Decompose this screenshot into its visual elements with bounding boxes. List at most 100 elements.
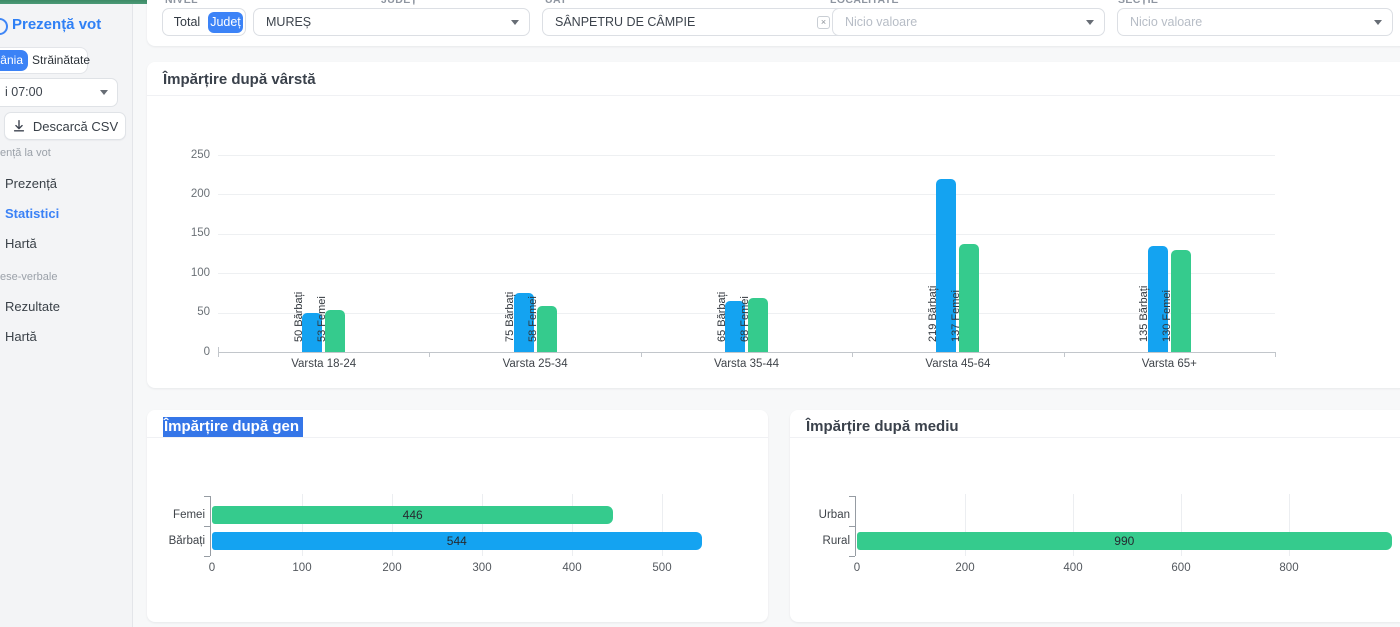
download-csv-button[interactable]: Descarcă CSV [4, 112, 126, 140]
x-axis-tick-200: 200 [362, 562, 422, 574]
age-chart-card: Împărțire după vârstă 0 50 100 150 200 250 50 … [147, 62, 1400, 388]
x-axis-tick-300: 300 [452, 562, 512, 574]
x-axis-tick [1064, 352, 1065, 357]
chevron-down-icon [1086, 20, 1094, 25]
category-label-rural: Rural [780, 535, 850, 547]
x-axis-tick-600: 600 [1151, 562, 1211, 574]
x-axis-category-0: Varsta 18-24 [254, 358, 394, 370]
uat-select-value: SÂNPETRU DE CÂMPIE [555, 9, 695, 35]
category-label-femei: Femei [135, 509, 205, 521]
chevron-down-icon [1374, 20, 1382, 25]
gender-chart-title: Împărțire după gen [163, 418, 303, 435]
divider [790, 437, 1400, 438]
sidebar-section-prezenta-la-vot: ență la vot [0, 147, 51, 159]
x-axis-category-4: Varsta 65+ [1099, 358, 1239, 370]
selected-text: Împărțire după gen [163, 417, 303, 437]
nivel-toggle[interactable]: Total Județ [162, 8, 246, 36]
bar-label-femei-4: 130 Femei [1161, 290, 1174, 342]
y-axis-tick-0 [204, 496, 210, 497]
gridline-y-250 [218, 155, 1275, 156]
y-axis-tick-0 [849, 496, 855, 497]
sidebar-item-statistici[interactable]: Statistici [5, 206, 59, 221]
environment-chart-card: Împărțire după mediu 0200400600800UrbanR… [790, 410, 1400, 622]
tab-strainatate[interactable]: Străinătate [32, 50, 85, 71]
sectie-select[interactable]: Nicio valoare [1117, 8, 1393, 36]
sectie-select-placeholder: Nicio valoare [1130, 9, 1202, 35]
divider [147, 437, 768, 438]
x-axis-tick [852, 352, 853, 357]
localitate-select[interactable]: Nicio valoare [832, 8, 1105, 36]
filter-label-localitate: LOCALITATE [830, 0, 899, 6]
x-axis-tick [429, 352, 430, 357]
y-axis-tick-150: 150 [170, 227, 210, 239]
sidebar-item-harta-rezultate[interactable]: Hartă [5, 329, 37, 344]
time-select-value: i 07:00 [5, 85, 43, 99]
y-axis-tick-50: 50 [170, 306, 210, 318]
y-axis-tick-250: 250 [170, 149, 210, 161]
filter-label-nivel: NIVEL [165, 0, 198, 6]
age-chart-title: Împărțire după vârstă [163, 71, 316, 88]
divider [147, 95, 1400, 96]
bar-label-femei-1: 58 Femei [527, 296, 540, 342]
y-axis-line [210, 496, 211, 556]
y-axis-tick-1 [204, 526, 210, 527]
judet-select[interactable]: MUREȘ [253, 8, 530, 36]
sidebar-item-harta-prezenta[interactable]: Hartă [5, 236, 37, 251]
bar-label-bărbați-1: 75 Bărbați [504, 292, 517, 342]
x-axis-category-1: Varsta 25-34 [465, 358, 605, 370]
bar-label-femei-0: 53 Femei [316, 296, 329, 342]
x-axis-tick [218, 352, 219, 357]
bar-label-bărbați-0: 50 Bărbați [293, 292, 306, 342]
sidebar-item-prezenta[interactable]: Prezență [5, 176, 57, 191]
x-axis-tick-500: 500 [632, 562, 692, 574]
time-select[interactable]: i 07:00 [0, 78, 118, 107]
y-axis-tick-0: 0 [170, 346, 210, 358]
x-axis-category-3: Varsta 45-64 [888, 358, 1028, 370]
y-axis-tick-200: 200 [170, 188, 210, 200]
bar-label-bărbați-2: 65 Bărbați [716, 292, 729, 342]
bar-label-femei-3: 137 Femei [950, 290, 963, 342]
x-axis-tick [641, 352, 642, 357]
x-axis-tick [1275, 352, 1276, 357]
x-axis-tick-200: 200 [935, 562, 995, 574]
y-axis-tick-2 [849, 556, 855, 557]
x-axis-tick-400: 400 [1043, 562, 1103, 574]
x-axis-tick-400: 400 [542, 562, 602, 574]
gridline-y-150 [218, 234, 1275, 235]
category-label-bărbați: Bărbați [135, 535, 205, 547]
bar-value-femei: 446 [212, 508, 613, 522]
chevron-down-icon [511, 20, 519, 25]
y-axis-tick-2 [204, 556, 210, 557]
page-title: Prezență vot [12, 16, 101, 33]
clear-icon[interactable]: × [817, 16, 830, 29]
nivel-option-total[interactable]: Total [167, 15, 207, 29]
y-axis-tick-1 [849, 526, 855, 527]
judet-select-value: MUREȘ [266, 9, 311, 35]
gender-chart-card: Împărțire după gen 0100200300400500Femei… [147, 410, 768, 622]
filter-label-sectie: SECȚIE [1118, 0, 1158, 6]
filter-label-judet: JUDEȚ [381, 0, 417, 6]
chevron-down-icon [100, 90, 108, 95]
bar-label-femei-2: 68 Femei [739, 296, 752, 342]
bar-value-rural: 990 [857, 534, 1392, 548]
uat-select[interactable]: SÂNPETRU DE CÂMPIE × [542, 8, 863, 36]
category-label-urban: Urban [780, 509, 850, 521]
sidebar-section-procese-verbale: ese-verbale [0, 271, 57, 283]
nivel-option-judet[interactable]: Județ [208, 12, 243, 33]
gridline-y-200 [218, 194, 1275, 195]
bar-label-bărbați-3: 219 Bărbați [927, 286, 940, 342]
bar-label-bărbați-4: 135 Bărbați [1138, 286, 1151, 342]
sidebar-item-rezultate[interactable]: Rezultate [5, 299, 60, 314]
localitate-select-placeholder: Nicio valoare [845, 9, 917, 35]
tab-romania[interactable]: mânia [0, 50, 28, 71]
x-axis-tick-0: 0 [182, 562, 242, 574]
bar-value-bărbați: 544 [212, 534, 702, 548]
x-axis-line [218, 352, 1276, 353]
y-axis-line [855, 496, 856, 556]
x-axis-tick-100: 100 [272, 562, 332, 574]
environment-chart-title: Împărțire după mediu [806, 418, 959, 435]
x-axis-tick-0: 0 [827, 562, 887, 574]
gridline-y-100 [218, 273, 1275, 274]
y-axis-tick-100: 100 [170, 267, 210, 279]
filter-label-uat: UAT [545, 0, 567, 6]
